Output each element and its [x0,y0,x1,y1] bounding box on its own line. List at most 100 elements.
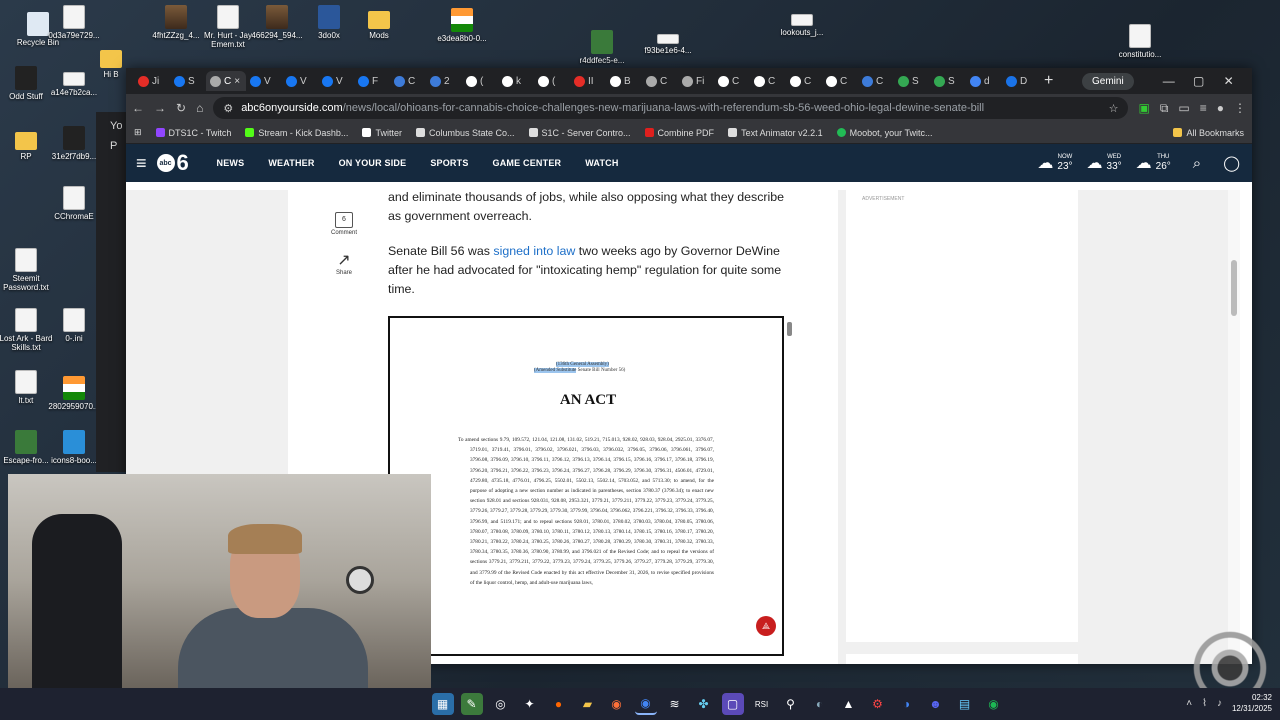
pdf-scroll-thumb[interactable] [787,322,792,336]
app-icon[interactable]: ◎ [490,693,512,715]
bookmark-item[interactable]: Text Animator v2.2.1 [728,128,823,138]
back-icon[interactable]: ← [132,101,144,115]
adobe-pdf-icon[interactable]: ⟁ [756,616,776,636]
menu-icon[interactable]: ⋮ [1234,101,1246,115]
app-icon[interactable]: ⚲ [780,693,802,715]
nav-news[interactable]: NEWS [217,158,245,168]
apps-icon[interactable]: ⊞ [134,127,142,138]
browser-tab[interactable]: d [966,71,1002,91]
firefox-icon[interactable]: ◉ [606,693,628,715]
browser-tab[interactable]: k [498,71,534,91]
pdf-embed[interactable]: (136th General Assembly) (Amended Substi… [388,316,784,656]
browser-tab[interactable]: V [318,71,354,91]
all-bookmarks[interactable]: All Bookmarks [1173,128,1244,138]
bookmark-item[interactable]: Columbus State Co... [415,128,515,138]
bookmark-item[interactable]: Stream - Kick Dashb... [245,128,348,138]
desktop-icon[interactable]: constitutio... [1108,24,1172,59]
nav-weather[interactable]: WEATHER [268,158,314,168]
tray-chevron-icon[interactable]: ˄ [1186,698,1192,709]
task-view-icon[interactable]: ▦ [431,693,454,715]
browser-tab[interactable]: V [282,71,318,91]
close-tab-icon[interactable]: × [234,76,240,87]
address-bar[interactable]: ⚙ abc6onyourside.com/news/local/ohioans-… [213,97,1129,119]
discord-icon[interactable]: ☻ [925,693,947,715]
browser-tab[interactable]: S [894,71,930,91]
weather-now[interactable]: ☁ NOW 23° [1037,153,1072,173]
app-icon[interactable]: ▲ [838,693,860,715]
spotify-icon[interactable]: ◉ [983,693,1005,715]
browser-tab[interactable]: II [570,71,606,91]
desktop-icon[interactable]: Hi B [94,44,128,79]
pdf-scrollbar[interactable] [786,316,792,648]
steam-icon[interactable]: ◐ [809,693,831,715]
app-icon[interactable]: ◑ [896,693,918,715]
app-icon[interactable]: ✦ [519,693,541,715]
browser-tab[interactable]: C [750,71,786,91]
browser-tab[interactable]: C [858,71,894,91]
browser-tab[interactable]: C [642,71,678,91]
volume-icon[interactable]: ♪ [1217,698,1222,709]
media-icon[interactable]: ≡ [1200,101,1207,115]
app-icon[interactable]: ⚙ [867,693,889,715]
browser-tab[interactable]: C [390,71,426,91]
browser-tab[interactable]: ( [534,71,570,91]
home-icon[interactable]: ⌂ [196,101,203,115]
desktop-icon[interactable]: e3dea8b0-0... [430,8,494,43]
browser-tab[interactable]: ( [462,71,498,91]
bookmark-item[interactable]: Combine PDF [644,128,714,138]
browser-tab[interactable]: S [170,71,206,91]
forward-icon[interactable]: → [154,101,166,115]
account-icon[interactable]: ◯ [1223,154,1240,172]
hamburger-menu-icon[interactable]: ≡ [136,153,147,174]
signed-into-law-link[interactable]: signed into law [493,244,575,258]
abc6-logo[interactable]: abc 6 [156,150,199,176]
bookmark-star-icon[interactable]: ☆ [1109,102,1119,115]
browser-tab[interactable]: V [246,71,282,91]
extension-icon[interactable]: ▣ [1138,101,1149,115]
tab-search-icon[interactable]: ▭ [1178,101,1189,115]
desktop-icon[interactable]: r4ddfec5-e... [570,30,634,65]
nav-game-center[interactable]: GAME CENTER [493,158,562,168]
search-icon[interactable]: ⌕ [1193,155,1201,172]
bookmark-item[interactable]: S1C - Server Contro... [528,128,631,138]
browser-tab[interactable]: B [606,71,642,91]
page-scrollbar[interactable] [1228,190,1240,664]
browser-tab[interactable]: C [714,71,750,91]
desktop-icon[interactable]: Mods [347,5,411,40]
nav-watch[interactable]: WATCH [585,158,618,168]
maximize-icon[interactable]: ▢ [1184,74,1214,88]
close-window-icon[interactable]: ✕ [1214,74,1244,88]
notepad-icon[interactable]: ▤ [954,693,976,715]
app-icon[interactable]: ✤ [693,693,715,715]
firefox-icon[interactable]: ● [548,693,570,715]
browser-tab[interactable]: 2 [426,71,462,91]
weather-thu[interactable]: ☁ THU 26° [1136,153,1171,173]
browser-tab[interactable]: Ji [134,71,170,91]
clock[interactable]: 02:32 12/31/2025 [1232,692,1272,714]
desktop-icon[interactable]: lookouts_j... [770,14,834,37]
site-info-icon[interactable]: ⚙ [223,102,233,115]
bookmark-item[interactable]: Twitter [362,128,402,138]
network-icon[interactable]: ⌇ [1202,698,1207,709]
nav-sports[interactable]: SPORTS [430,158,468,168]
new-tab-icon[interactable]: + [1044,72,1064,90]
desktop-icon[interactable]: f93be1e6-4... [636,34,700,55]
browser-tab[interactable]: D [1002,71,1038,91]
page-scroll-thumb[interactable] [1231,260,1237,316]
app-icon[interactable]: ✎ [460,693,483,715]
desktop-icon[interactable]: 0d3a79e729... [42,5,106,40]
rsi-icon[interactable]: RSI [751,693,773,715]
weather-wed[interactable]: ☁ WED 33° [1087,153,1122,173]
minimize-icon[interactable]: — [1154,74,1184,88]
browser-tab[interactable]: S [930,71,966,91]
extensions-puzzle-icon[interactable]: ⧉ [1160,101,1169,116]
browser-tab[interactable]: Fi [678,71,714,91]
bookmark-item[interactable]: Moobot, your Twitc... [836,128,932,138]
bookmark-item[interactable]: DTS1C - Twitch [155,128,231,138]
app-icon[interactable]: ▢ [721,693,744,715]
browser-tab[interactable]: C × [206,71,246,91]
browser-tab[interactable]: C [786,71,822,91]
browser-tab[interactable]: C [822,71,858,91]
chrome-icon[interactable]: ◉ [634,693,657,715]
share-button[interactable]: ↗ Share [324,250,364,276]
